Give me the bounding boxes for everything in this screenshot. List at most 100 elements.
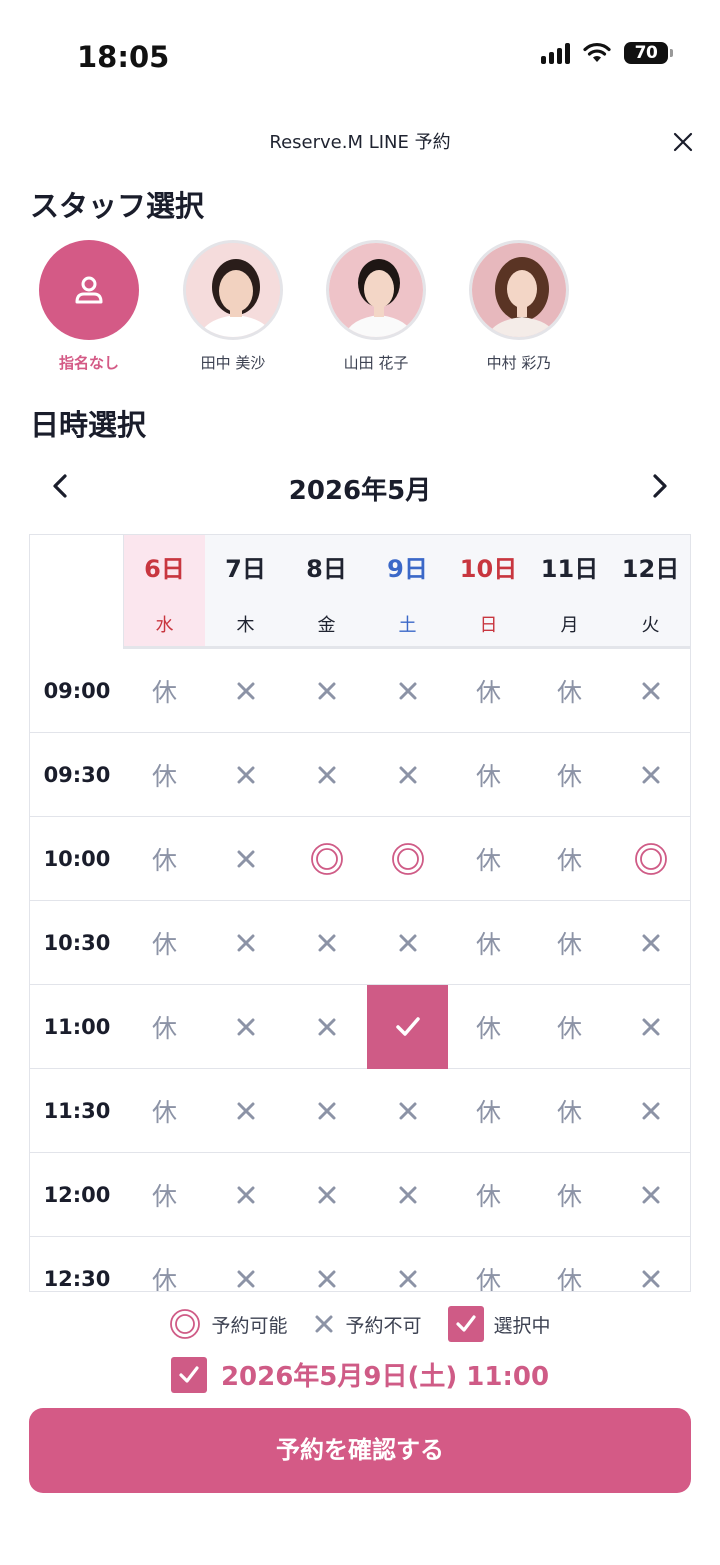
day-column-2[interactable]: 8日金: [286, 535, 367, 646]
staff-name: 田中 美沙: [200, 354, 266, 372]
staff-name: 山田 花子: [343, 354, 409, 372]
slot-unavailable: [205, 733, 286, 817]
time-slot-row: 11:30 休 休 休: [30, 1069, 690, 1153]
cross-icon: [318, 934, 335, 952]
cross-icon: [237, 1186, 254, 1204]
cross-icon: [237, 682, 254, 700]
status-icons: 70: [541, 42, 673, 64]
day-number: 12日: [621, 555, 680, 583]
avatar: [469, 240, 569, 340]
time-label: 11:00: [43, 1015, 111, 1039]
confirm-reservation-button[interactable]: 予約を確認する: [29, 1408, 691, 1493]
staff-name: 指名なし: [58, 354, 119, 372]
next-month-button[interactable]: [641, 468, 677, 504]
avatar: [326, 240, 426, 340]
close-icon[interactable]: [668, 127, 698, 157]
slot-unavailable: [286, 649, 367, 733]
day-weekday: 金: [317, 615, 336, 636]
slot-closed: 休: [475, 1266, 501, 1292]
slot-unavailable: [286, 985, 367, 1069]
time-label: 10:00: [43, 847, 111, 871]
time-slot-row: 10:30 休 休 休: [30, 901, 690, 985]
battery-icon: 70: [624, 42, 673, 64]
cross-icon: [315, 1315, 333, 1333]
staff-option-yamada[interactable]: 山田 花子: [325, 240, 427, 373]
day-column-0[interactable]: 6日水: [124, 535, 205, 646]
day-column-3[interactable]: 9日土: [367, 535, 448, 646]
cross-icon: [237, 1270, 254, 1288]
person-icon: [75, 276, 103, 304]
day-column-6[interactable]: 12日火: [610, 535, 690, 646]
time-slot-row: 09:30 休 休 休: [30, 733, 690, 817]
slot-unavailable: [205, 1153, 286, 1237]
slot-unavailable: [205, 1237, 286, 1291]
check-icon: [395, 1017, 420, 1036]
time-label: 12:00: [43, 1183, 111, 1207]
cross-icon: [642, 1270, 659, 1288]
legend-unavailable-label: 予約不可: [345, 1314, 422, 1337]
time-label: 09:00: [43, 679, 111, 703]
slot-closed: 休: [151, 1014, 177, 1043]
slot-unavailable: [610, 985, 690, 1069]
cross-icon: [642, 1102, 659, 1120]
day-number: 6日: [144, 555, 185, 583]
slot-unavailable: [610, 1153, 690, 1237]
cross-icon: [642, 766, 659, 784]
slot-closed: 休: [475, 930, 501, 959]
staff-photo: [472, 243, 566, 337]
double-circle-icon: [310, 843, 343, 875]
slot-available[interactable]: [367, 817, 448, 901]
cross-icon: [318, 1270, 335, 1288]
day-column-4[interactable]: 10日日: [448, 535, 529, 646]
slot-unavailable: [367, 1153, 448, 1237]
cross-icon: [237, 934, 254, 952]
day-weekday: 月: [560, 615, 579, 636]
cross-icon: [237, 1102, 254, 1120]
day-number: 8日: [306, 555, 347, 583]
slot-closed: 休: [475, 1098, 501, 1127]
calendar-grid: 6日水 7日木 8日金 9日土 10日日 11日月 12日火 09:00 休休休 09:30 休休…: [29, 534, 691, 1292]
staff-option-none[interactable]: 指名なし: [38, 240, 140, 373]
cross-icon: [237, 850, 254, 868]
slot-closed: 休: [556, 1014, 582, 1043]
slot-unavailable: [286, 1069, 367, 1153]
slot-unavailable: [367, 1237, 448, 1291]
slot-unavailable: [205, 985, 286, 1069]
slot-available[interactable]: [286, 817, 367, 901]
cross-icon: [399, 682, 416, 700]
day-column-5[interactable]: 11日月: [529, 535, 610, 646]
slot-closed: 休: [151, 1182, 177, 1211]
staff-option-nakamura[interactable]: 中村 彩乃: [468, 240, 570, 373]
cross-icon: [642, 682, 659, 700]
slot-unavailable: [610, 1237, 690, 1291]
battery-level: 70: [634, 43, 658, 63]
selected-datetime-text: 2026年5月9日(土) 11:00: [220, 1362, 550, 1392]
slot-selected[interactable]: [367, 985, 448, 1069]
slot-closed: 休: [151, 846, 177, 875]
staff-option-tanaka[interactable]: 田中 美沙: [182, 240, 284, 373]
check-icon: [170, 1356, 207, 1393]
cross-icon: [642, 934, 659, 952]
day-weekday: 土: [398, 615, 417, 636]
selected-datetime: 2026年5月9日(土) 11:00: [0, 1356, 720, 1393]
time-slot-row: 12:00 休 休 休: [30, 1153, 690, 1237]
cross-icon: [318, 1018, 335, 1036]
legend: 予約可能 予約不可 選択中: [0, 1306, 720, 1342]
time-slot-row: 10:00 休 休 休: [30, 817, 690, 901]
time-label: 09:30: [43, 763, 111, 787]
day-number: 7日: [225, 555, 266, 583]
time-slot-row: 12:30 休 休 休: [30, 1237, 690, 1292]
slot-unavailable: [610, 733, 690, 817]
status-time: 18:05: [77, 40, 170, 74]
day-weekday: 木: [236, 615, 255, 636]
day-weekday: 火: [641, 615, 660, 636]
time-slot-row: 09:00 休 休 休: [30, 649, 690, 733]
cross-icon: [318, 766, 335, 784]
slot-closed: 休: [151, 930, 177, 959]
slot-closed: 休: [556, 1182, 582, 1211]
staff-name: 中村 彩乃: [486, 354, 552, 372]
slot-available[interactable]: [610, 817, 690, 901]
time-label: 12:30: [43, 1267, 111, 1291]
slot-unavailable: [286, 1153, 367, 1237]
day-column-1[interactable]: 7日木: [205, 535, 286, 646]
